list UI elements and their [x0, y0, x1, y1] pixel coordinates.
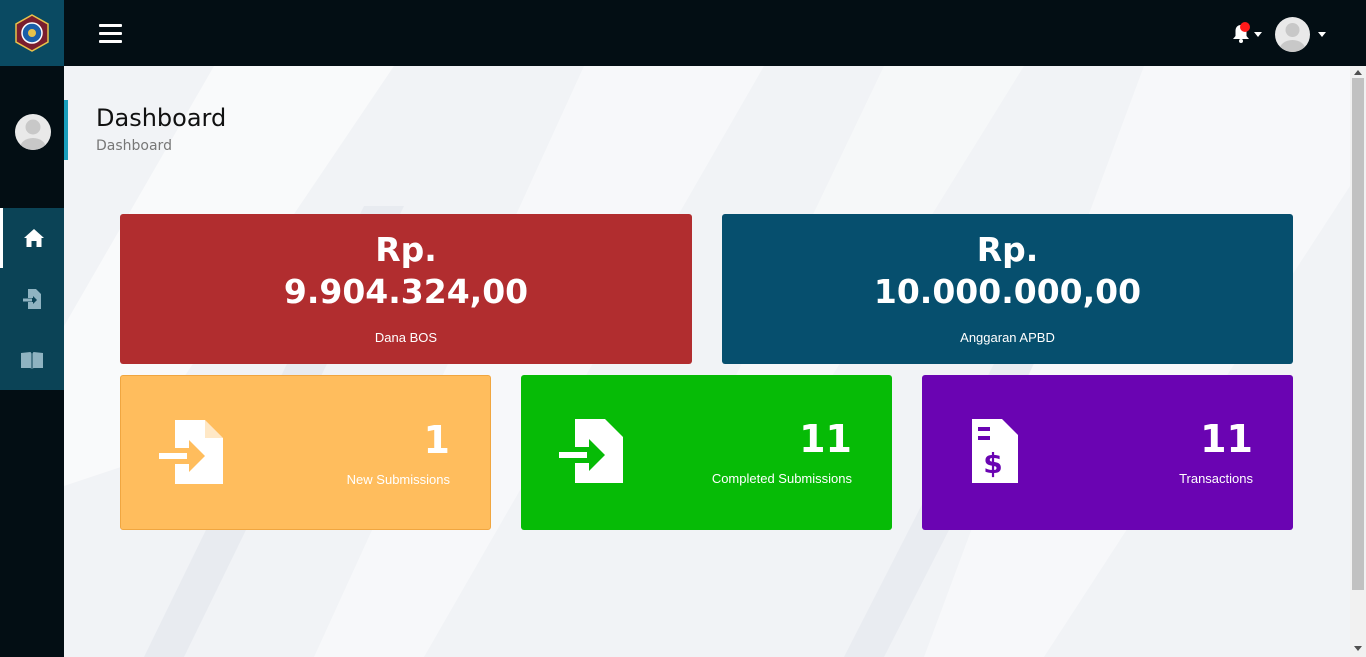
- menu-toggle-button[interactable]: [99, 24, 123, 44]
- logo-emblem-icon: [15, 14, 49, 52]
- completed-submissions-card[interactable]: 11 Completed Submissions: [521, 375, 892, 530]
- new-submissions-card[interactable]: 1 New Submissions: [120, 375, 491, 530]
- top-navbar: [0, 0, 1366, 66]
- file-import-icon: [559, 419, 623, 483]
- card-amount: 9.904.324,00: [283, 272, 529, 311]
- scroll-thumb[interactable]: [1352, 78, 1364, 590]
- user-avatar-icon: [1279, 23, 1306, 52]
- sidebar-avatar: [15, 114, 51, 150]
- sidebar-item-reports[interactable]: [0, 330, 64, 390]
- main-content: Dashboard Dashboard Rp. 9.904.324,00 Dan…: [64, 66, 1350, 657]
- stat-label: Transactions: [1179, 471, 1253, 486]
- svg-text:$: $: [983, 447, 1002, 480]
- stat-label: New Submissions: [346, 472, 450, 487]
- scroll-up-arrow-icon[interactable]: [1354, 70, 1362, 75]
- user-avatar[interactable]: [1275, 17, 1310, 52]
- card-label: Dana BOS: [374, 330, 438, 345]
- title-accent-bar: [64, 100, 68, 160]
- user-avatar-icon: [20, 119, 46, 150]
- stat-count: 11: [1200, 417, 1253, 461]
- sidebar-nav: [0, 208, 64, 390]
- sidebar-item-submissions[interactable]: [0, 269, 64, 329]
- page-title: Dashboard: [96, 104, 227, 132]
- school-logo[interactable]: [0, 0, 64, 66]
- stat-count: 11: [799, 417, 852, 461]
- stat-count: 1: [423, 418, 450, 462]
- transactions-card[interactable]: $ 11 Transactions: [922, 375, 1293, 530]
- card-amount: 10.000.000,00: [873, 272, 1142, 311]
- open-book-icon: [21, 352, 43, 369]
- profile-chevron-down-icon[interactable]: [1318, 32, 1326, 37]
- notification-dot: [1240, 22, 1250, 32]
- home-icon: [23, 229, 44, 247]
- breadcrumb: Dashboard: [96, 138, 172, 154]
- card-currency: Rp.: [976, 230, 1039, 269]
- page-scrollbar[interactable]: [1350, 66, 1366, 657]
- card-label: Anggaran APBD: [960, 330, 1055, 345]
- file-invoice-dollar-icon: $: [972, 419, 1018, 483]
- sign-in-file-icon: [23, 289, 41, 309]
- dana-bos-card[interactable]: Rp. 9.904.324,00 Dana BOS: [120, 214, 692, 364]
- anggaran-apbd-card[interactable]: Rp. 10.000.000,00 Anggaran APBD: [722, 214, 1293, 364]
- scroll-down-arrow-icon[interactable]: [1354, 646, 1362, 651]
- card-currency: Rp.: [375, 230, 437, 269]
- sidebar-item-home[interactable]: [0, 208, 64, 268]
- stat-label: Completed Submissions: [711, 471, 852, 486]
- file-import-icon: [159, 420, 223, 484]
- chevron-down-icon: [1254, 32, 1262, 37]
- sidebar: [0, 66, 64, 657]
